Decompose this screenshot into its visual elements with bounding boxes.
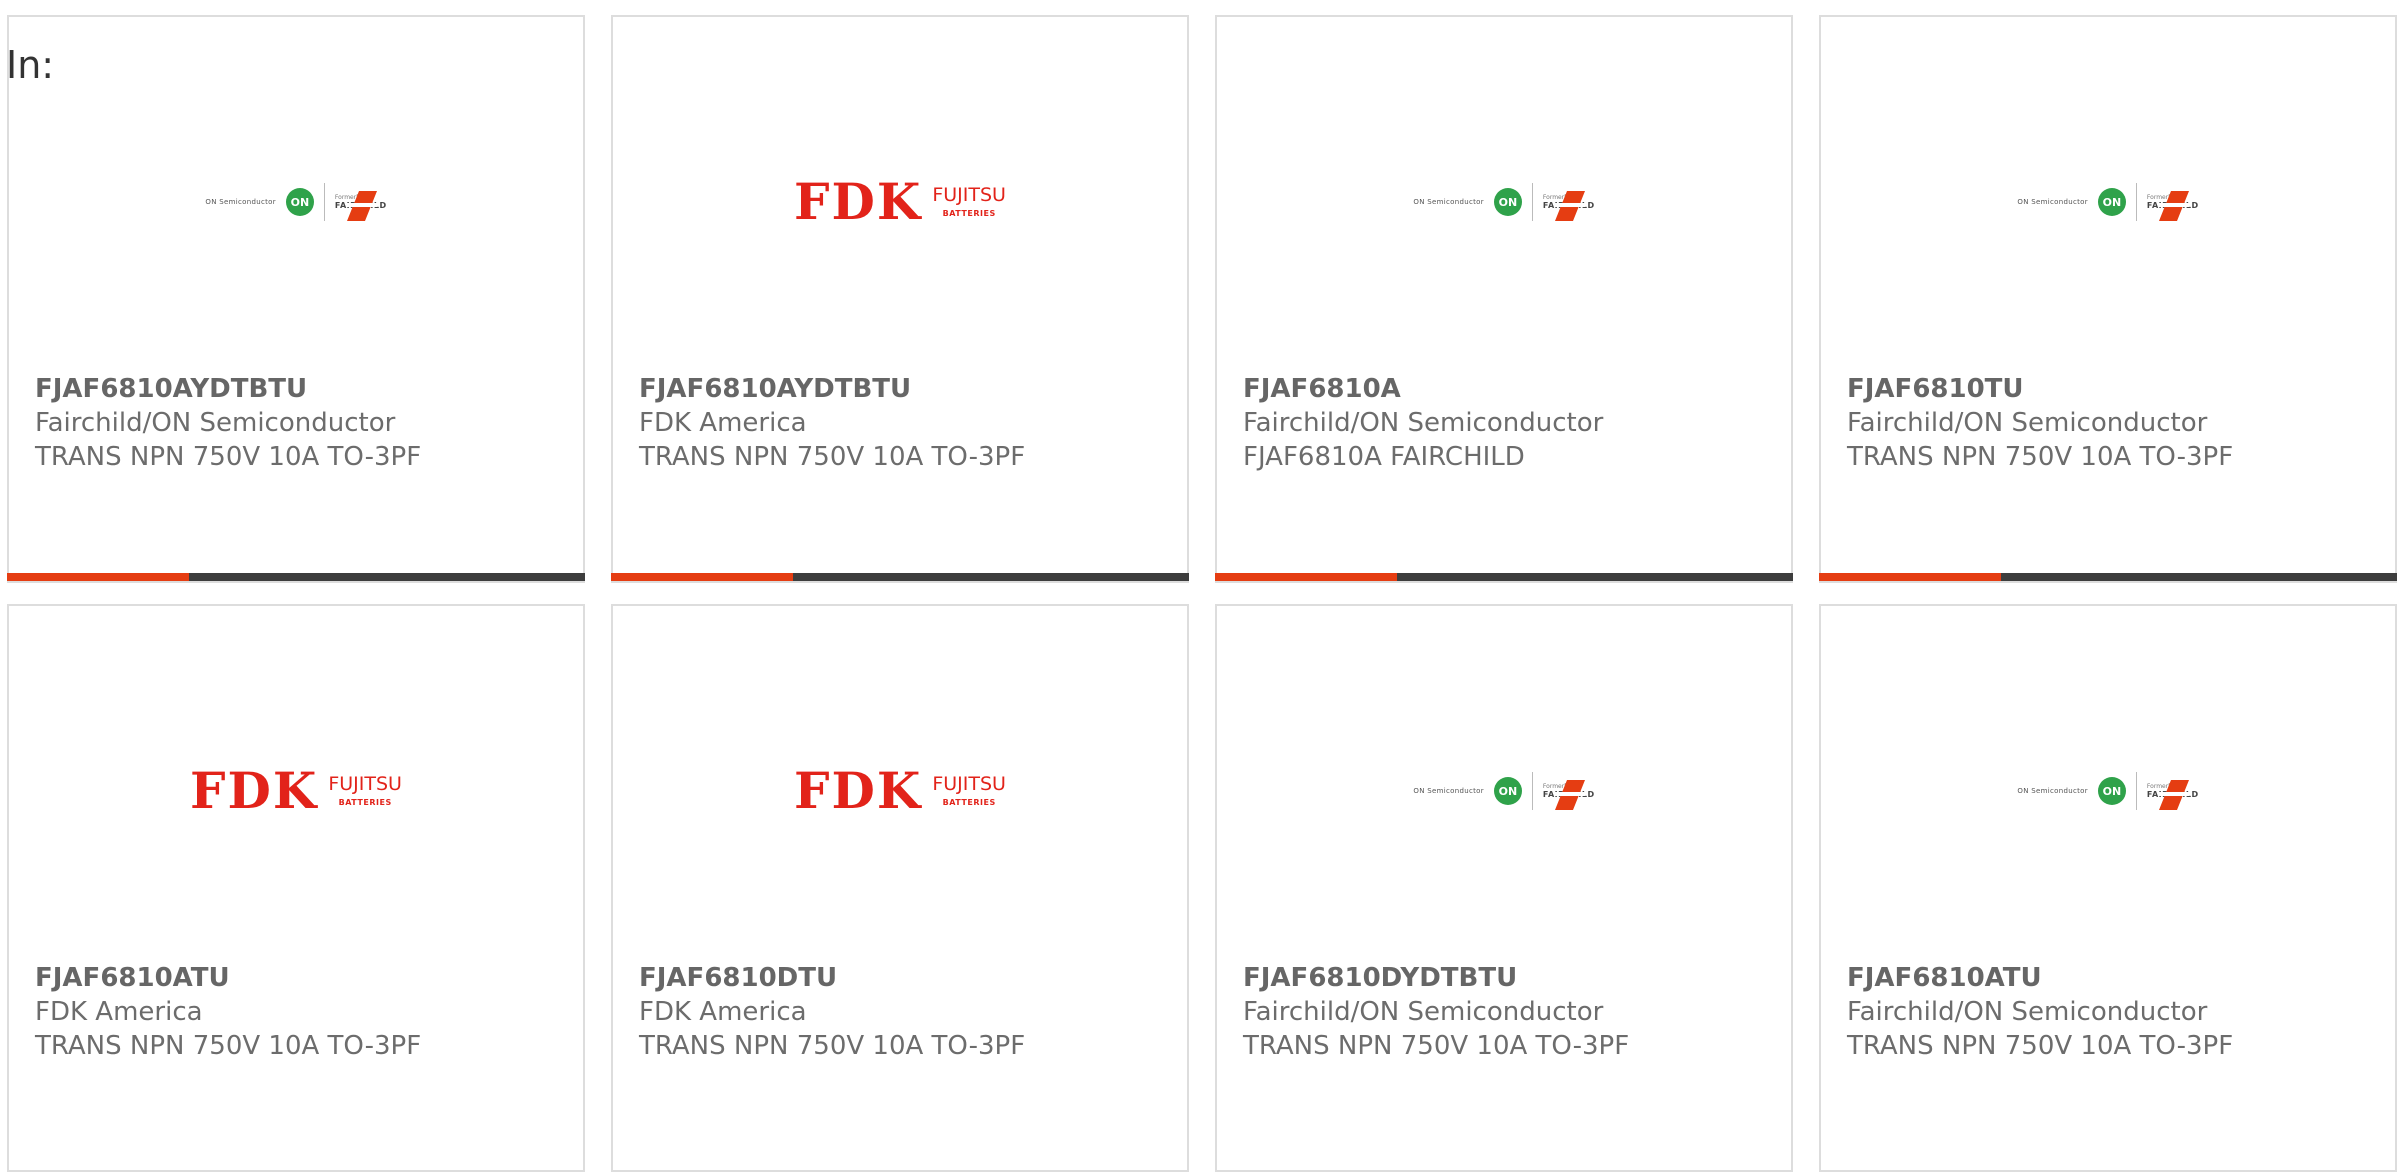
product-info: FJAF6810AYDTBTU Fairchild/ON Semiconduct… — [35, 372, 421, 474]
on-fairchild-logo: ON Semiconductor ON Formerly FAIRCHILD — [1413, 183, 1594, 221]
product-card-7[interactable]: ON Semiconductor ON Formerly FAIRCHILD F… — [1215, 604, 1793, 1172]
card-accent-bar — [611, 573, 793, 581]
product-description: TRANS NPN 750V 10A TO-3PF — [35, 1031, 422, 1061]
product-info: FJAF6810AYDTBTU FDK America TRANS NPN 75… — [639, 372, 1025, 474]
fairchild-slash-icon — [346, 191, 377, 221]
product-card-4[interactable]: ON Semiconductor ON Formerly FAIRCHILD F… — [1819, 15, 2397, 583]
on-badge-icon: ON — [2097, 777, 2126, 805]
manufacturer-name: Fairchild/ON Semiconductor — [35, 408, 396, 438]
fairchild-slash-icon — [1554, 191, 1585, 221]
manufacturer-logo: ON Semiconductor ON Formerly FAIRCHILD — [1821, 147, 2395, 257]
product-info: FJAF6810ATU FDK America TRANS NPN 750V 1… — [35, 961, 421, 1063]
on-fairchild-logo: ON Semiconductor ON Formerly FAIRCHILD — [1413, 772, 1594, 810]
product-info: FJAF6810DYDTBTU Fairchild/ON Semiconduct… — [1243, 961, 1629, 1063]
product-description: TRANS NPN 750V 10A TO-3PF — [1847, 442, 2234, 472]
fdk-fujitsu-logo: FDK FUJITSU BATTERIES — [794, 177, 1006, 227]
manufacturer-name: Fairchild/ON Semiconductor — [1243, 408, 1604, 438]
logo-divider — [2135, 183, 2137, 221]
logo-divider — [1531, 183, 1533, 221]
part-number[interactable]: FJAF6810AYDTBTU — [639, 372, 1025, 406]
card-accent-bar — [7, 573, 189, 581]
product-description: TRANS NPN 750V 10A TO-3PF — [639, 442, 1026, 472]
fairchild-slash-icon — [2158, 780, 2189, 810]
on-semiconductor-text: ON Semiconductor — [205, 198, 276, 206]
manufacturer-name: Fairchild/ON Semiconductor — [1847, 408, 2208, 438]
part-number[interactable]: FJAF6810AYDTBTU — [35, 372, 421, 406]
fairchild-slash-icon — [2158, 191, 2189, 221]
on-badge-icon: ON — [285, 188, 314, 216]
card-bottom-bar — [1215, 573, 1793, 581]
product-description: TRANS NPN 750V 10A TO-3PF — [639, 1031, 1026, 1061]
product-card-8[interactable]: ON Semiconductor ON Formerly FAIRCHILD F… — [1819, 604, 2397, 1172]
on-semiconductor-text: ON Semiconductor — [1413, 787, 1484, 795]
card-accent-bar — [1215, 573, 1397, 581]
product-description: TRANS NPN 750V 10A TO-3PF — [1847, 1031, 2234, 1061]
fdk-wordmark: FDK — [794, 172, 923, 231]
batteries-text: BATTERIES — [942, 209, 996, 218]
product-card-6[interactable]: FDK FUJITSU BATTERIES FJAF6810DTU FDK Am… — [611, 604, 1189, 1172]
on-badge-icon: ON — [2097, 188, 2126, 216]
fdk-fujitsu-logo: FDK FUJITSU BATTERIES — [190, 766, 402, 816]
on-fairchild-logo: ON Semiconductor ON Formerly FAIRCHILD — [205, 183, 386, 221]
card-bottom-bar — [1819, 573, 2397, 581]
on-semiconductor-text: ON Semiconductor — [1413, 198, 1484, 206]
product-info: FJAF6810ATU Fairchild/ON Semiconductor T… — [1847, 961, 2233, 1063]
on-badge-icon: ON — [1493, 777, 1522, 805]
manufacturer-logo: FDK FUJITSU BATTERIES — [9, 736, 583, 846]
fujitsu-wordmark: FUJITSU — [932, 773, 1006, 795]
logo-divider — [2135, 772, 2137, 810]
manufacturer-logo: ON Semiconductor ON Formerly FAIRCHILD — [1217, 147, 1791, 257]
product-info: FJAF6810TU Fairchild/ON Semiconductor TR… — [1847, 372, 2233, 474]
fdk-fujitsu-logo: FDK FUJITSU BATTERIES — [794, 766, 1006, 816]
card-accent-bar — [1819, 573, 2001, 581]
in-label: In: — [6, 43, 55, 87]
part-number[interactable]: FJAF6810DTU — [639, 961, 1025, 995]
fujitsu-wordmark: FUJITSU — [932, 184, 1006, 206]
fairchild-slash-icon — [1554, 780, 1585, 810]
part-number[interactable]: FJAF6810A — [1243, 372, 1603, 406]
part-number[interactable]: FJAF6810DYDTBTU — [1243, 961, 1629, 995]
manufacturer-logo: FDK FUJITSU BATTERIES — [613, 736, 1187, 846]
product-card-1[interactable]: ON Semiconductor ON Formerly FAIRCHILD F… — [7, 15, 585, 583]
part-number[interactable]: FJAF6810TU — [1847, 372, 2233, 406]
logo-divider — [1531, 772, 1533, 810]
manufacturer-name: FDK America — [639, 997, 807, 1027]
manufacturer-name: FDK America — [35, 997, 203, 1027]
product-card-5[interactable]: FDK FUJITSU BATTERIES FJAF6810ATU FDK Am… — [7, 604, 585, 1172]
manufacturer-logo: ON Semiconductor ON Formerly FAIRCHILD — [1217, 736, 1791, 846]
product-description: TRANS NPN 750V 10A TO-3PF — [1243, 1031, 1630, 1061]
on-semiconductor-text: ON Semiconductor — [2017, 787, 2088, 795]
product-info: FJAF6810DTU FDK America TRANS NPN 750V 1… — [639, 961, 1025, 1063]
manufacturer-name: FDK America — [639, 408, 807, 438]
product-description: FJAF6810A FAIRCHILD — [1243, 442, 1525, 472]
product-card-2[interactable]: FDK FUJITSU BATTERIES FJAF6810AYDTBTU FD… — [611, 15, 1189, 583]
manufacturer-name: Fairchild/ON Semiconductor — [1243, 997, 1604, 1027]
on-semiconductor-text: ON Semiconductor — [2017, 198, 2088, 206]
logo-divider — [323, 183, 325, 221]
part-number[interactable]: FJAF6810ATU — [1847, 961, 2233, 995]
fdk-wordmark: FDK — [190, 761, 319, 820]
fujitsu-wordmark: FUJITSU — [328, 773, 402, 795]
on-badge-icon: ON — [1493, 188, 1522, 216]
product-description: TRANS NPN 750V 10A TO-3PF — [35, 442, 422, 472]
batteries-text: BATTERIES — [942, 798, 996, 807]
fdk-wordmark: FDK — [794, 761, 923, 820]
product-info: FJAF6810A Fairchild/ON Semiconductor FJA… — [1243, 372, 1603, 474]
batteries-text: BATTERIES — [338, 798, 392, 807]
on-fairchild-logo: ON Semiconductor ON Formerly FAIRCHILD — [2017, 183, 2198, 221]
card-bottom-bar — [611, 573, 1189, 581]
product-card-3[interactable]: ON Semiconductor ON Formerly FAIRCHILD F… — [1215, 15, 1793, 583]
on-fairchild-logo: ON Semiconductor ON Formerly FAIRCHILD — [2017, 772, 2198, 810]
manufacturer-name: Fairchild/ON Semiconductor — [1847, 997, 2208, 1027]
manufacturer-logo: FDK FUJITSU BATTERIES — [613, 147, 1187, 257]
manufacturer-logo: ON Semiconductor ON Formerly FAIRCHILD — [1821, 736, 2395, 846]
part-number[interactable]: FJAF6810ATU — [35, 961, 421, 995]
card-bottom-bar — [7, 573, 585, 581]
manufacturer-logo: ON Semiconductor ON Formerly FAIRCHILD — [9, 147, 583, 257]
